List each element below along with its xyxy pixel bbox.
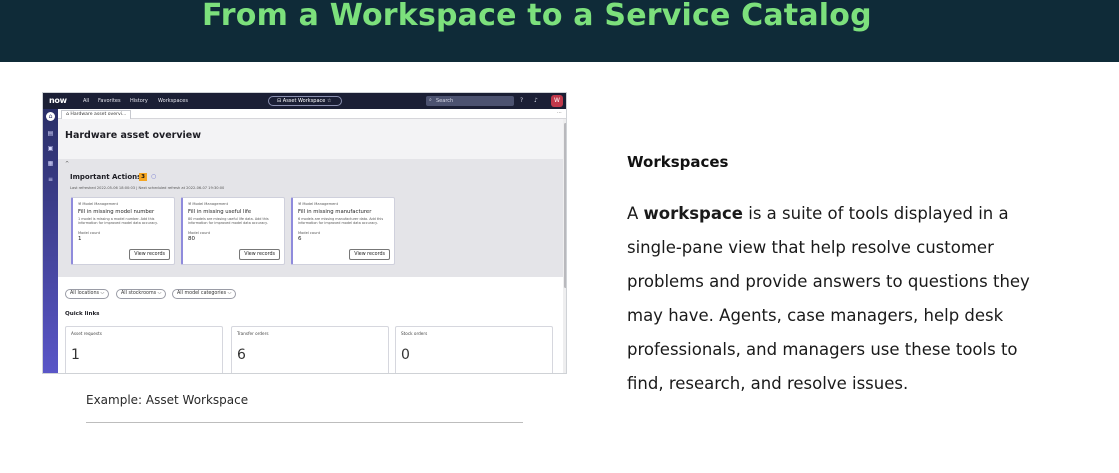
quick-link-value: 1 <box>71 347 80 363</box>
overview-lower-pane: All locations ⌵ All stockrooms ⌵ All mod… <box>58 277 563 373</box>
filter-locations[interactable]: All locations ⌵ <box>65 289 110 299</box>
quick-link-value: 0 <box>401 347 410 363</box>
paragraph-line: professionals, and managers use these to… <box>627 340 1018 359</box>
card-title: Fill in missing model number <box>78 209 155 215</box>
paragraph-line: find, research, and resolve issues. <box>627 374 909 393</box>
paragraph-line: single-pane view that help resolve custo… <box>627 238 994 257</box>
card-tag-text: Model Management <box>192 202 228 206</box>
paragraph-line1-rest: is a suite of tools displayed in a <box>742 204 1009 223</box>
card-description: 80 models are missing useful life data. … <box>188 217 269 226</box>
important-actions-count-badge: 3 <box>139 173 147 181</box>
view-records-button[interactable]: View records <box>239 249 280 260</box>
search-placeholder: Search <box>436 98 454 104</box>
nav-favorites[interactable]: Favorites <box>98 98 121 104</box>
vertical-scrollbar[interactable] <box>563 119 566 373</box>
card-description: 1 model is missing a model number. Add t… <box>78 217 158 226</box>
section-heading: Workspaces <box>627 153 729 171</box>
card-count-value: 6 <box>298 236 302 242</box>
card-count-label: Model count <box>188 231 211 235</box>
help-icon[interactable]: ? <box>520 97 523 104</box>
card-tag: ⚒ Model Management <box>78 202 118 206</box>
card-tag-text: Model Management <box>302 202 338 206</box>
asset-workspace-screenshot: now All Favorites History Workspaces ⊟ A… <box>42 92 567 374</box>
card-count-value: 1 <box>78 236 82 242</box>
search-icon: ⌕ <box>429 97 432 103</box>
bold-term: workspace <box>643 204 743 223</box>
card-count-value: 80 <box>188 236 195 242</box>
chart-icon[interactable]: ▦ <box>46 159 55 168</box>
card-tag: ⚒ Model Management <box>188 202 228 206</box>
menu-icon[interactable]: ≡ <box>46 175 55 184</box>
scrollbar-thumb[interactable] <box>564 123 566 288</box>
list-icon[interactable]: ▤ <box>46 129 55 138</box>
page-title: Hardware asset overview <box>65 130 201 141</box>
top-navigation-bar: now All Favorites History Workspaces ⊟ A… <box>43 93 566 109</box>
slide-header: From a Workspace to a Service Catalog <box>0 0 1119 62</box>
card-count-label: Model count <box>78 231 101 235</box>
filter-model-categories[interactable]: All model categories ⌵ <box>172 289 237 299</box>
home-icon[interactable]: ⌂ <box>46 112 55 121</box>
workspace-pill[interactable]: ⊟ Asset Workspace ☆ <box>268 96 342 106</box>
card-description: 6 models are missing manufacturer data. … <box>298 217 384 226</box>
nav-workspaces[interactable]: Workspaces <box>158 98 188 104</box>
paragraph-line: A workspace is a suite of tools displaye… <box>627 197 1097 231</box>
filter-stockrooms[interactable]: All stockrooms ⌵ <box>116 289 167 299</box>
quick-link-stock-orders[interactable]: Stock orders 0 <box>395 326 553 373</box>
nav-all[interactable]: All <box>83 98 89 104</box>
paragraph-prefix: A <box>627 204 644 223</box>
screenshot-caption: Example: Asset Workspace <box>86 393 249 407</box>
quick-link-label: Asset requests <box>71 331 102 336</box>
more-icon[interactable]: ⋯ <box>557 110 562 116</box>
quick-link-label: Transfer orders <box>237 331 269 336</box>
card-title: Fill in missing useful life <box>188 209 252 215</box>
workspace-description: A workspace is a suite of tools displaye… <box>627 197 1097 401</box>
action-card: ⚒ Model Management Fill in missing usefu… <box>181 197 285 265</box>
quick-link-label: Stock orders <box>401 331 428 336</box>
tab-label: Hardware asset overvi... <box>70 112 127 117</box>
important-actions-panel: ^ Important Actions 3 ○ Last refreshed 2… <box>58 159 563 277</box>
quick-links-title: Quick links <box>65 311 100 317</box>
caption-divider <box>86 422 523 423</box>
card-count-label: Model count <box>298 231 321 235</box>
left-rail: ⌂ ▤ ▣ ▦ ≡ <box>43 109 58 373</box>
slide-title: From a Workspace to a Service Catalog <box>202 0 872 33</box>
avatar[interactable]: W <box>551 95 563 107</box>
bell-icon[interactable]: ♪ <box>534 97 538 104</box>
quick-link-value: 6 <box>237 347 246 363</box>
card-title: Fill in missing manufacturer <box>298 209 372 215</box>
view-records-button[interactable]: View records <box>349 249 390 260</box>
important-actions-title: Important Actions <box>70 173 142 181</box>
quick-link-asset-requests[interactable]: Asset requests 1 <box>65 326 223 373</box>
paragraph-line: may have. Agents, case managers, help de… <box>627 306 1004 325</box>
now-logo[interactable]: now <box>49 96 67 105</box>
card-tag-text: Model Management <box>82 202 118 206</box>
paragraph-line: problems and provide answers to question… <box>627 272 1030 291</box>
refresh-meta: Last refreshed 2022-05-06 18:00:03 | Nex… <box>70 186 225 190</box>
clipboard-icon[interactable]: ▣ <box>46 144 55 153</box>
view-records-button[interactable]: View records <box>129 249 170 260</box>
action-card: ⚒ Model Management Fill in missing model… <box>71 197 175 265</box>
action-card: ⚒ Model Management Fill in missing manuf… <box>291 197 395 265</box>
tab-bar: ⌂ Hardware asset overvi... ⋯ <box>58 109 566 119</box>
refresh-icon[interactable]: ○ <box>151 173 156 180</box>
card-tag: ⚒ Model Management <box>298 202 338 206</box>
search-input[interactable]: ⌕ Search <box>426 96 514 106</box>
tab-hardware-asset-overview[interactable]: ⌂ Hardware asset overvi... <box>61 110 132 119</box>
nav-history[interactable]: History <box>130 98 148 104</box>
quick-link-transfer-orders[interactable]: Transfer orders 6 <box>231 326 389 373</box>
chevron-up-icon[interactable]: ^ <box>65 161 69 167</box>
